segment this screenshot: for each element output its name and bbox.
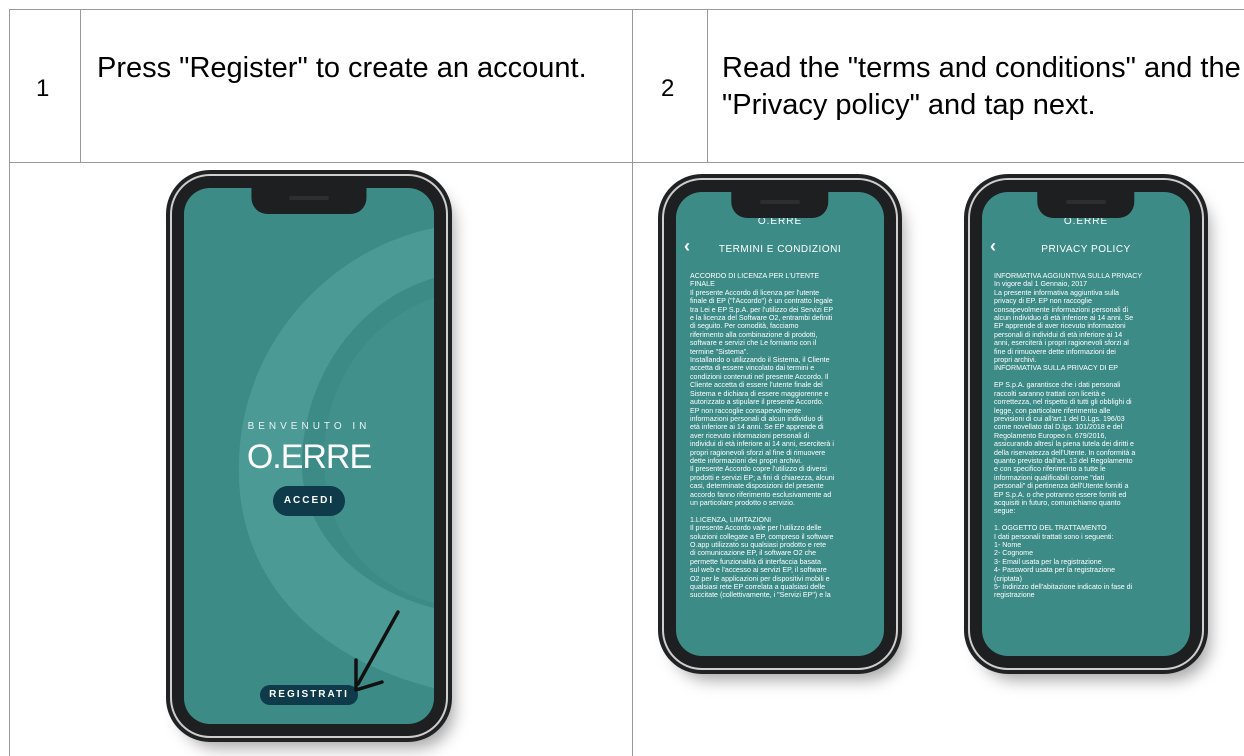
- phone-speaker: [1066, 200, 1106, 204]
- privacy-body-text: INFORMATIVA AGGIUNTIVA SULLA PRIVACY In …: [994, 272, 1143, 600]
- welcome-label: BENVENUTO IN: [247, 421, 371, 432]
- phone-speaker: [760, 200, 800, 204]
- phone-terms: O.ERRE ‹ TERMINI E CONDIZIONI ACCORDO DI…: [664, 180, 896, 668]
- terms-body-text: ACCORDO DI LICENZA PER L'UTENTE FINALE I…: [690, 272, 835, 600]
- grid-line-middle: [9, 162, 1244, 163]
- phone-notch: [1037, 192, 1135, 218]
- step-1-number: 1: [36, 75, 50, 102]
- grid-line-step2-divider: [707, 9, 708, 162]
- phone-notch: [731, 192, 829, 218]
- grid-line-center: [632, 9, 633, 756]
- phone-speaker: [289, 196, 329, 200]
- grid-line-step1-divider: [80, 9, 81, 162]
- screen-title: PRIVACY POLICY: [1041, 244, 1131, 255]
- step-2-instruction: Read the "terms and conditions" and the …: [722, 52, 1241, 121]
- pointer-arrow: [354, 610, 400, 692]
- step-2-number: 2: [661, 75, 675, 102]
- phone-notch: [251, 188, 367, 214]
- terms-screen: O.ERRE ‹ TERMINI E CONDIZIONI ACCORDO DI…: [676, 192, 884, 656]
- privacy-screen: O.ERRE ‹ PRIVACY POLICY INFORMATIVA AGGI…: [982, 192, 1190, 656]
- step-1-instruction: Press "Register" to create an account.: [97, 52, 587, 84]
- phone-privacy: O.ERRE ‹ PRIVACY POLICY INFORMATIVA AGGI…: [970, 180, 1202, 668]
- brand-logo: O.ERRE: [246, 438, 372, 476]
- grid-line-left: [9, 9, 10, 756]
- screen-title: TERMINI E CONDIZIONI: [718, 244, 842, 255]
- grid-line-top: [9, 9, 1244, 10]
- login-button[interactable]: ACCEDI: [273, 486, 345, 516]
- register-button[interactable]: REGISTRATI: [260, 685, 358, 705]
